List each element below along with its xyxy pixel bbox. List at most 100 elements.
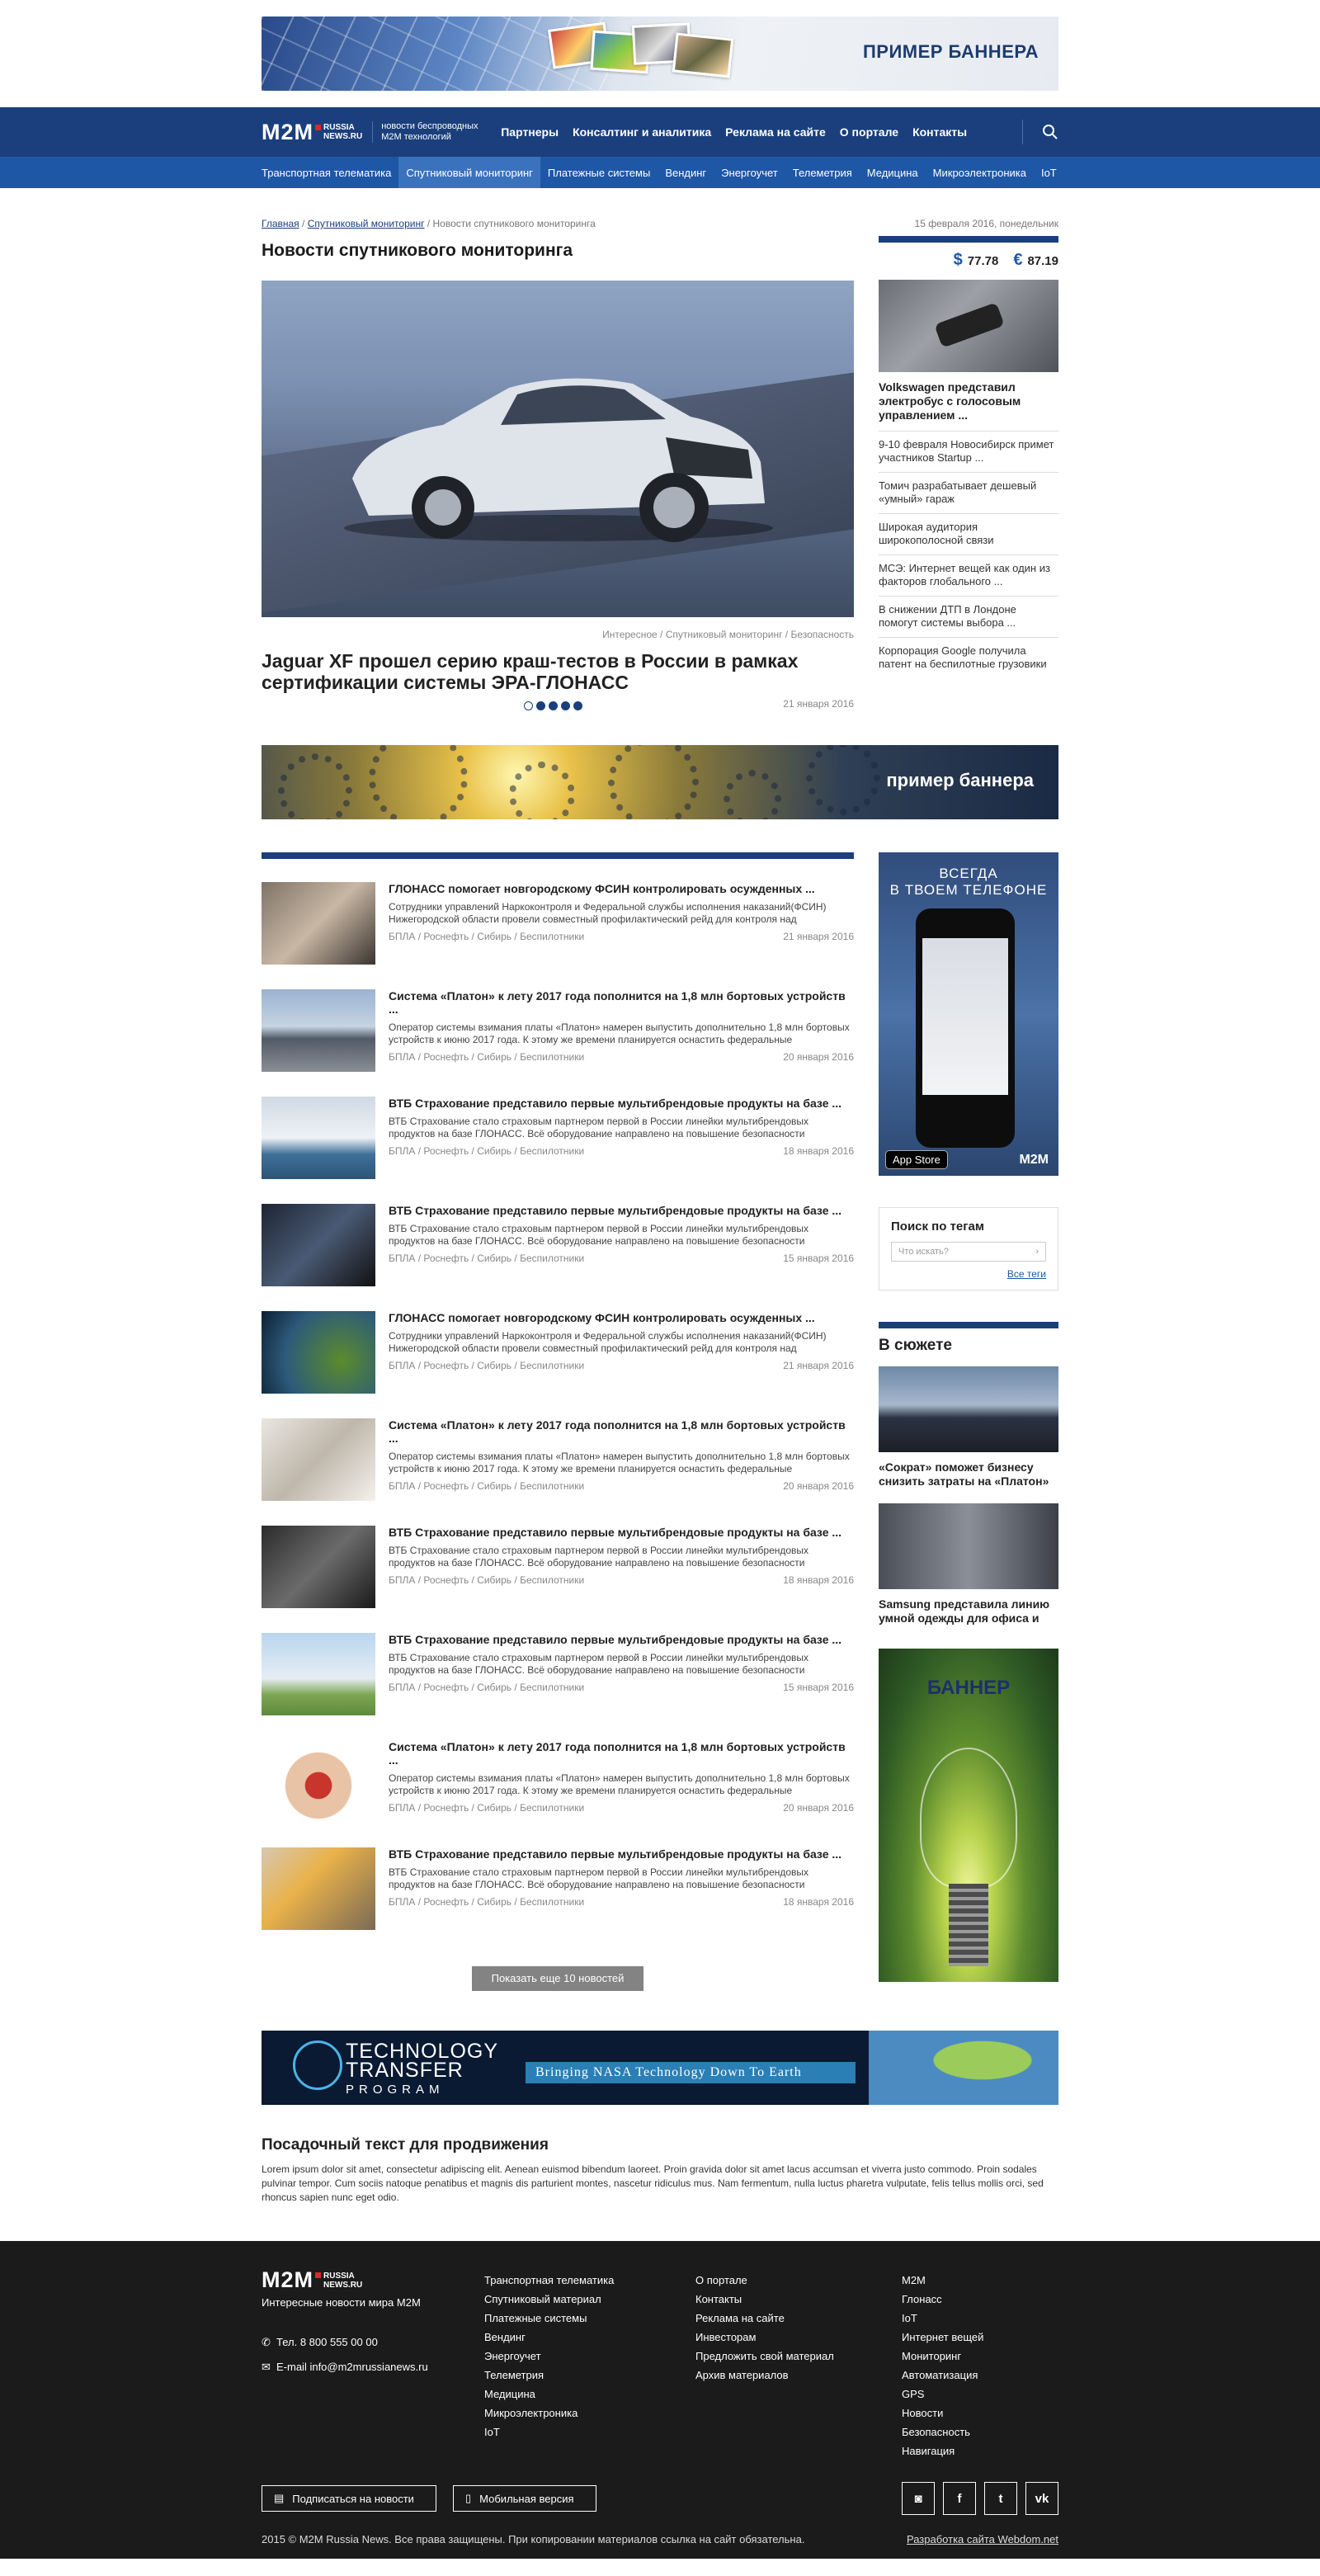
footer-link[interactable]: Вендинг — [484, 2328, 695, 2347]
news-tags[interactable]: БПЛА / Роснефть / Сибирь / Беспилотники — [389, 1896, 584, 1908]
story-image[interactable] — [879, 1366, 1058, 1452]
news-title[interactable]: Система «Платон» к лету 2017 года пополн… — [389, 1740, 854, 1767]
news-tags[interactable]: БПЛА / Роснефть / Сибирь / Беспилотники — [389, 1145, 584, 1157]
header-search-button[interactable] — [1022, 120, 1058, 144]
show-more-button[interactable]: Показать еще 10 новостей — [472, 1966, 644, 1991]
chevron-right-icon[interactable]: › — [1035, 1247, 1039, 1257]
news-item[interactable]: ВТБ Страхование представило первые мульт… — [262, 1181, 854, 1288]
twitter-icon[interactable]: t — [984, 2482, 1017, 2515]
hero-title[interactable]: Jaguar XF прошел серию краш-тестов в Рос… — [262, 650, 806, 693]
footer-link[interactable]: Инвесторам — [695, 2328, 902, 2347]
gears-banner[interactable]: пример баннера — [262, 745, 1058, 819]
app-store-badge[interactable]: App Store — [885, 1150, 948, 1169]
breadcrumb-home[interactable]: Главная — [262, 218, 299, 229]
all-tags-link[interactable]: Все теги — [891, 1268, 1046, 1280]
news-item[interactable]: ВТБ Страхование представило первые мульт… — [262, 1503, 854, 1610]
footer-tag-link[interactable]: IoT — [902, 2309, 983, 2328]
category-satellite[interactable]: Спутниковый мониторинг — [398, 157, 540, 188]
category-transport[interactable]: Транспортная телематика — [262, 157, 398, 188]
footer-email[interactable]: ✉ E-mail info@m2mrussianews.ru — [262, 2355, 484, 2380]
vk-icon[interactable]: vk — [1025, 2482, 1058, 2515]
news-item[interactable]: Система «Платон» к лету 2017 года пополн… — [262, 966, 854, 1073]
footer-tag-link[interactable]: Новости — [902, 2404, 983, 2423]
side-news-item[interactable]: МСЭ: Интернет вещей как один из факторов… — [879, 555, 1058, 597]
instagram-icon[interactable]: ◙ — [902, 2482, 935, 2515]
developer-link[interactable]: Разработка сайта Webdom.net — [907, 2533, 1058, 2545]
subscribe-button[interactable]: ▤ Подписаться на новости — [262, 2485, 436, 2512]
footer-tag-link[interactable]: M2M — [902, 2271, 983, 2290]
category-energy[interactable]: Энергоучет — [714, 157, 785, 188]
side-news-item[interactable]: Корпорация Google получила патент на бес… — [879, 638, 1058, 678]
story-image[interactable] — [879, 1503, 1058, 1589]
app-banner[interactable]: ВСЕГДА В ТВОЕМ ТЕЛЕФОНЕ App Store M2M — [879, 852, 1058, 1176]
footer-link[interactable]: Телеметрия — [484, 2366, 695, 2385]
footer-link[interactable]: Архив материалов — [695, 2366, 902, 2385]
mobile-version-button[interactable]: ▯ Мобильная версия — [453, 2485, 596, 2512]
footer-link[interactable]: Реклама на сайте — [695, 2309, 902, 2328]
news-tags[interactable]: БПЛА / Роснефть / Сибирь / Беспилотники — [389, 1574, 584, 1586]
story-caption[interactable]: «Сократ» поможет бизнесу снизить затраты… — [879, 1460, 1058, 1489]
news-title[interactable]: ВТБ Страхование представило первые мульт… — [389, 1633, 854, 1646]
side-news-lead[interactable]: Volkswagen представил электробус с голос… — [879, 372, 1058, 432]
footer-tag-link[interactable]: Глонасс — [902, 2290, 983, 2309]
footer-link[interactable]: О портале — [695, 2271, 902, 2290]
category-payments[interactable]: Платежные системы — [540, 157, 658, 188]
footer-tag-link[interactable]: Автоматизация — [902, 2366, 983, 2385]
footer-link[interactable]: Контакты — [695, 2290, 902, 2309]
news-title[interactable]: Система «Платон» к лету 2017 года пополн… — [389, 1418, 854, 1445]
hero-image[interactable] — [262, 281, 854, 617]
news-image[interactable] — [262, 1311, 375, 1394]
news-tags[interactable]: БПЛА / Роснефть / Сибирь / Беспилотники — [389, 1360, 584, 1371]
news-item[interactable]: ГЛОНАСС помогает новгородскому ФСИН конт… — [262, 1288, 854, 1395]
news-item[interactable]: ВТБ Страхование представило первые мульт… — [262, 1610, 854, 1717]
nasa-banner[interactable]: TECHNOLOGY TRANSFER PROGRAM Bringing NAS… — [262, 2031, 1058, 2105]
side-news-item[interactable]: Широкая аудитория широкополосной связи — [879, 514, 1058, 555]
news-image[interactable] — [262, 989, 375, 1072]
nav-contacts[interactable]: Контакты — [912, 125, 967, 139]
side-news-image[interactable] — [879, 280, 1058, 372]
slider-dot[interactable] — [549, 701, 558, 710]
side-news-item[interactable]: 9-10 февраля Новосибирск примет участник… — [879, 432, 1058, 473]
news-item[interactable]: ВТБ Страхование представило первые мульт… — [262, 1073, 854, 1181]
category-iot[interactable]: IoT — [1034, 157, 1064, 188]
story-caption[interactable]: Samsung представила линию умной одежды д… — [879, 1597, 1058, 1625]
news-image[interactable] — [262, 882, 375, 965]
news-image[interactable] — [262, 1633, 375, 1715]
news-tags[interactable]: БПЛА / Роснефть / Сибирь / Беспилотники — [389, 1051, 584, 1063]
tag-search-input[interactable]: Что искать? › — [891, 1242, 1046, 1262]
news-image[interactable] — [262, 1847, 375, 1930]
news-item[interactable]: ГЛОНАСС помогает новгородскому ФСИН конт… — [262, 859, 854, 966]
news-tags[interactable]: БПЛА / Роснефть / Сибирь / Беспилотники — [389, 1682, 584, 1693]
news-item[interactable]: Система «Платон» к лету 2017 года пополн… — [262, 1717, 854, 1824]
category-telemetry[interactable]: Телеметрия — [785, 157, 860, 188]
category-medicine[interactable]: Медицина — [860, 157, 926, 188]
news-title[interactable]: ВТБ Страхование представило первые мульт… — [389, 1526, 854, 1539]
footer-tag-link[interactable]: GPS — [902, 2385, 983, 2404]
footer-tag-link[interactable]: Мониторинг — [902, 2347, 983, 2366]
footer-link[interactable]: Платежные системы — [484, 2309, 695, 2328]
news-tags[interactable]: БПЛА / Роснефть / Сибирь / Беспилотники — [389, 1480, 584, 1492]
news-tags[interactable]: БПЛА / Роснефть / Сибирь / Беспилотники — [389, 931, 584, 942]
tall-banner[interactable]: БАННЕР — [879, 1649, 1058, 1982]
footer-link[interactable]: Микроэлектроника — [484, 2404, 695, 2423]
footer-link[interactable]: Спутниковый материал — [484, 2290, 695, 2309]
footer-link[interactable]: Предложить свой материал — [695, 2347, 902, 2366]
footer-phone[interactable]: ✆ Тел. 8 800 555 00 00 — [262, 2330, 484, 2355]
footer-link[interactable]: Энергоучет — [484, 2347, 695, 2366]
side-news-item[interactable]: В снижении ДТП в Лондоне помогут системы… — [879, 597, 1058, 638]
news-title[interactable]: ГЛОНАСС помогает новгородскому ФСИН конт… — [389, 1311, 854, 1324]
nav-consulting[interactable]: Консалтинг и аналитика — [573, 125, 711, 139]
news-image[interactable] — [262, 1418, 375, 1501]
slider-dot[interactable] — [573, 701, 582, 710]
news-image[interactable] — [262, 1740, 375, 1823]
breadcrumb-section[interactable]: Спутниковый мониторинг — [308, 218, 425, 229]
footer-link[interactable]: Транспортная телематика — [484, 2271, 695, 2290]
footer-tag-link[interactable]: Безопасность — [902, 2423, 983, 2442]
news-title[interactable]: Система «Платон» к лету 2017 года пополн… — [389, 989, 854, 1016]
news-item[interactable]: Система «Платон» к лету 2017 года пополн… — [262, 1395, 854, 1503]
category-microelectronics[interactable]: Микроэлектроника — [926, 157, 1034, 188]
footer-logo[interactable]: M2M RUSSIA NEWS.RU — [262, 2269, 484, 2291]
news-title[interactable]: ГЛОНАСС помогает новгородскому ФСИН конт… — [389, 882, 854, 895]
news-image[interactable] — [262, 1097, 375, 1179]
news-tags[interactable]: БПЛА / Роснефть / Сибирь / Беспилотники — [389, 1802, 584, 1814]
